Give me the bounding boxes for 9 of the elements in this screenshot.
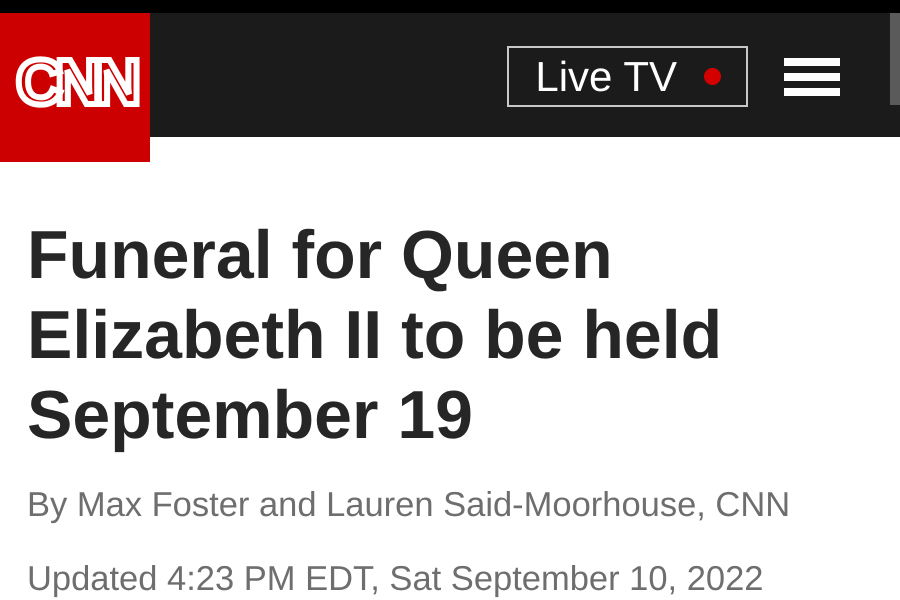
updated-timestamp: Updated 4:23 PM EDT, Sat September 10, 2022 [27,559,764,599]
live-tv-label: Live TV [535,56,677,98]
headline: Funeral for Queen Elizabeth II to be held September 19 [27,216,724,455]
live-dot-icon [704,68,721,85]
menu-icon[interactable] [784,58,840,96]
scrollbar-thumb[interactable] [890,13,900,105]
logo[interactable]: CNN [0,13,150,162]
live-tv-button[interactable]: Live TV [507,46,748,107]
byline: By Max Foster and Lauren Said-Moorhouse, CNN [27,485,792,525]
